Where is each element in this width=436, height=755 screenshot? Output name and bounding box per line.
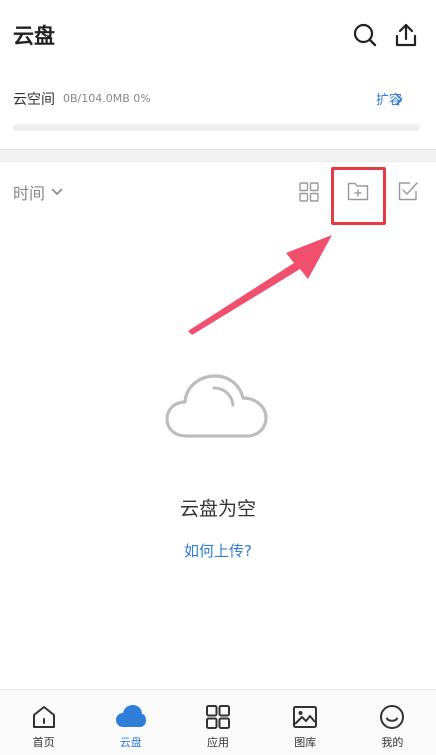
tab-profile[interactable]: 我的: [349, 690, 436, 755]
chevron-down-icon: [51, 188, 63, 195]
tab-label: 应用: [207, 736, 229, 749]
grid-view-icon: [299, 182, 319, 202]
select-icon: [398, 182, 418, 201]
sort-dropdown[interactable]: 时间: [13, 180, 63, 204]
gallery-icon: [293, 706, 318, 728]
tab-label: 云盘: [119, 736, 142, 749]
space-label: 云空间: [13, 92, 55, 108]
sort-label: 时间: [13, 184, 46, 203]
storage-progress-bar: [13, 124, 420, 131]
upload-icon: [395, 23, 417, 47]
home-icon: [32, 706, 55, 728]
bottom-tab-bar: 首页 云盘 应用 图库 我的: [0, 689, 436, 755]
section-divider: [0, 149, 436, 162]
chevron-right-icon[interactable]: [395, 91, 403, 110]
highlight-box: [331, 167, 386, 225]
search-icon: [353, 23, 377, 47]
tab-cloud[interactable]: 云盘: [87, 690, 174, 755]
space-usage: 0B/104.0MB 0%: [63, 92, 151, 105]
empty-state-title: 云盘为空: [179, 498, 256, 520]
tab-gallery[interactable]: 图库: [262, 690, 349, 755]
cloud-icon: [115, 705, 146, 727]
annotation-arrow: [188, 235, 332, 335]
apps-icon: [206, 705, 230, 729]
tab-label: 我的: [381, 736, 404, 749]
upload-button[interactable]: [391, 20, 421, 50]
profile-icon: [380, 705, 405, 729]
tab-label: 图库: [294, 736, 317, 749]
grid-view-button[interactable]: [298, 181, 320, 203]
select-button[interactable]: [396, 180, 420, 202]
page-title: 云盘: [13, 24, 55, 48]
tab-label: 首页: [32, 736, 55, 749]
tab-apps[interactable]: 应用: [174, 690, 261, 755]
cloud-outline-icon: [165, 374, 268, 438]
search-button[interactable]: [350, 20, 380, 50]
tab-home[interactable]: 首页: [0, 690, 87, 755]
how-to-upload-link[interactable]: 如何上传?: [0, 540, 436, 561]
